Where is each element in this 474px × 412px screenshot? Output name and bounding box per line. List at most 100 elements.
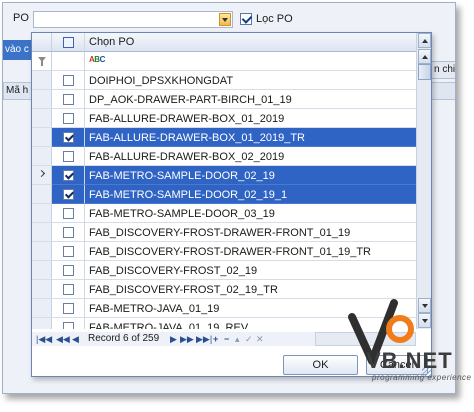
row-indicator[interactable] (32, 109, 52, 128)
row-indicator[interactable] (32, 299, 52, 318)
po-name-cell[interactable]: FAB_DISCOVERY-FROST-DRAWER-FRONT_01_19 (85, 223, 416, 242)
row-check-cell[interactable] (52, 242, 85, 261)
row-indicator[interactable] (32, 204, 52, 223)
row-indicator[interactable] (32, 318, 52, 329)
table-row[interactable]: FAB-METRO-SAMPLE-DOOR_03_19 (32, 204, 416, 223)
auto-filter-row[interactable]: ABC (32, 52, 416, 71)
table-row[interactable]: FAB-ALLURE-DRAWER-BOX_01_2019_TR (32, 128, 416, 147)
po-name-cell[interactable]: FAB-ALLURE-DRAWER-BOX_02_2019 (85, 147, 416, 166)
po-name-cell[interactable]: FAB-METRO-SAMPLE-DOOR_03_19 (85, 204, 416, 223)
arrow-up-icon (422, 39, 428, 43)
row-checkbox[interactable] (63, 170, 74, 181)
select-all-cell[interactable] (52, 33, 85, 52)
po-name-cell[interactable]: FAB-ALLURE-DRAWER-BOX_01_2019 (85, 109, 416, 128)
watermark-brand: VB.NET (366, 348, 453, 373)
row-checkbox[interactable] (63, 75, 74, 86)
row-indicator-header (32, 33, 52, 52)
text-filter-icon: ABC (89, 55, 105, 64)
row-check-cell[interactable] (52, 147, 85, 166)
row-check-cell[interactable] (52, 299, 85, 318)
row-check-cell[interactable] (52, 223, 85, 242)
row-indicator[interactable] (32, 242, 52, 261)
filter-check-cell[interactable] (52, 52, 85, 71)
column-header-chon-po[interactable]: Chọn PO (85, 33, 416, 52)
row-checkbox[interactable] (63, 151, 74, 162)
row-checkbox[interactable] (63, 303, 74, 314)
filter-text-cell[interactable]: ABC (85, 52, 416, 71)
row-checkbox[interactable] (63, 322, 74, 329)
row-indicator[interactable] (32, 223, 52, 242)
po-name-cell[interactable]: FAB-ALLURE-DRAWER-BOX_01_2019_TR (85, 128, 416, 147)
save-record-icon[interactable]: ✓ (245, 333, 253, 345)
background-detail-button[interactable]: n chi ti (431, 61, 455, 79)
row-check-cell[interactable] (52, 185, 85, 204)
row-check-cell[interactable] (52, 204, 85, 223)
prev-page-icon[interactable]: ◀◀ (56, 333, 70, 345)
row-indicator[interactable] (32, 166, 52, 185)
table-row[interactable]: FAB-METRO-SAMPLE-DOOR_02_19_1 (32, 185, 416, 204)
po-name-cell[interactable]: FAB-METRO-SAMPLE-DOOR_02_19 (85, 166, 416, 185)
row-check-cell[interactable] (52, 109, 85, 128)
data-navigator: |◀◀ ◀◀ ◀ Record 6 of 259 ▶ ▶▶ ▶▶| + − ▴ … (32, 332, 315, 346)
add-record-icon[interactable]: + (213, 333, 218, 345)
background-tab[interactable]: vào c (3, 40, 33, 60)
filter-indicator (32, 52, 52, 71)
table-row[interactable]: FAB-ALLURE-DRAWER-BOX_02_2019 (32, 147, 416, 166)
scroll-thumb[interactable] (418, 64, 431, 80)
row-check-cell[interactable] (52, 166, 85, 185)
cancel-edit-icon[interactable]: ✕ (256, 333, 264, 345)
row-indicator[interactable] (32, 71, 52, 90)
table-row[interactable]: FAB_DISCOVERY-FROST-DRAWER-FRONT_01_19_T… (32, 242, 416, 261)
vertical-scrollbar[interactable] (416, 33, 431, 329)
po-name-cell[interactable]: DP_AOK-DRAWER-PART-BIRCH_01_19 (85, 90, 416, 109)
row-indicator[interactable] (32, 261, 52, 280)
table-row[interactable]: FAB_DISCOVERY-FROST-DRAWER-FRONT_01_19 (32, 223, 416, 242)
row-checkbox[interactable] (63, 284, 74, 295)
row-check-cell[interactable] (52, 128, 85, 147)
table-row[interactable]: FAB_DISCOVERY-FROST_02_19 (32, 261, 416, 280)
last-record-icon[interactable]: ▶▶| (196, 333, 212, 345)
po-name-cell[interactable]: FAB_DISCOVERY-FROST-DRAWER-FRONT_01_19_T… (85, 242, 416, 261)
filter-po-checkbox[interactable] (240, 13, 252, 25)
prev-record-icon[interactable]: ◀ (72, 333, 79, 345)
row-checkbox[interactable] (63, 208, 74, 219)
table-row[interactable]: FAB-ALLURE-DRAWER-BOX_01_2019 (32, 109, 416, 128)
watermark-tagline: programming experience (372, 373, 472, 382)
row-checkbox[interactable] (63, 132, 74, 143)
po-combobox[interactable] (33, 11, 233, 28)
row-indicator[interactable] (32, 280, 52, 299)
table-row[interactable]: DP_AOK-DRAWER-PART-BIRCH_01_19 (32, 90, 416, 109)
po-name-cell[interactable]: DOIPHOI_DPSXKHONGDAT (85, 71, 416, 90)
po-name-cell[interactable]: FAB_DISCOVERY-FROST_02_19 (85, 261, 416, 280)
row-checkbox[interactable] (63, 113, 74, 124)
scroll-up-button-2[interactable] (418, 49, 431, 64)
row-checkbox[interactable] (63, 265, 74, 276)
row-checkbox[interactable] (63, 189, 74, 200)
row-check-cell[interactable] (52, 71, 85, 90)
po-grid: Chọn PO ABC DOIPHOI_DPSXKHONGDAT DP_AOK-D… (32, 33, 416, 329)
row-checkbox[interactable] (63, 246, 74, 257)
table-row[interactable]: DOIPHOI_DPSXKHONGDAT (32, 71, 416, 90)
next-record-icon[interactable]: ▶ (170, 333, 177, 345)
record-counter: Record 6 of 259 (88, 333, 160, 344)
first-record-icon[interactable]: |◀◀ (36, 333, 52, 345)
row-checkbox[interactable] (63, 94, 74, 105)
row-check-cell[interactable] (52, 90, 85, 109)
row-indicator[interactable] (32, 185, 52, 204)
select-all-checkbox[interactable] (63, 37, 74, 48)
row-indicator[interactable] (32, 147, 52, 166)
row-check-cell[interactable] (52, 261, 85, 280)
next-page-icon[interactable]: ▶▶ (180, 333, 194, 345)
table-row[interactable]: FAB-METRO-SAMPLE-DOOR_02_19 (32, 166, 416, 185)
edit-record-icon[interactable]: ▴ (235, 333, 240, 345)
chevron-down-icon[interactable] (219, 13, 231, 26)
row-check-cell[interactable] (52, 280, 85, 299)
background-column-header: Mã h (3, 82, 33, 100)
po-name-cell[interactable]: FAB-METRO-SAMPLE-DOOR_02_19_1 (85, 185, 416, 204)
row-indicator[interactable] (32, 90, 52, 109)
row-indicator[interactable] (32, 128, 52, 147)
scroll-up-button[interactable] (418, 33, 431, 48)
remove-record-icon[interactable]: − (224, 333, 229, 345)
row-checkbox[interactable] (63, 227, 74, 238)
row-check-cell[interactable] (52, 318, 85, 329)
